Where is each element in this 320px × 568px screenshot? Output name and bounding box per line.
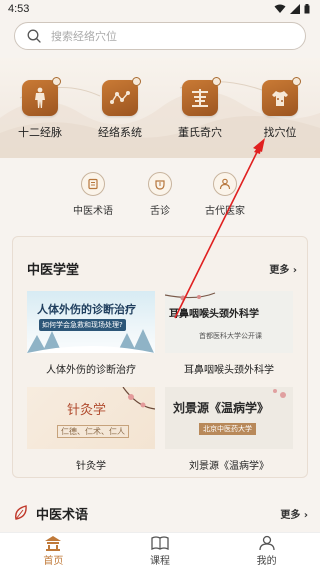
doctor-icon (219, 178, 231, 190)
tab-label: 首页 (43, 555, 64, 567)
signal-icon (290, 4, 300, 14)
terms-section-title: 中医术语 (36, 508, 89, 523)
course-card[interactable]: 刘景源《温病学》 北京中医药大学 刘景源《温病学》 (165, 387, 293, 472)
tab-label: 我的 (256, 555, 277, 567)
category-label: 找穴位 (263, 126, 297, 139)
home-pavilion-icon (45, 535, 62, 551)
more-label: 更多 (280, 510, 301, 521)
thumbnail-subtitle: 仁德、仁术、仁人 (57, 425, 129, 438)
tool-icon-circle (81, 172, 105, 196)
category-icon-box (182, 77, 221, 116)
badge-dot (292, 77, 301, 86)
thumbnail-title: 人体外伤的诊断治疗 (37, 303, 136, 316)
course-thumbnail: 人体外伤的诊断治疗 如何学会急救和现场处理? (27, 291, 155, 353)
thumbnail-subtitle: 如何学会急救和现场处理? (39, 319, 126, 331)
plum-branch-illustration (165, 292, 216, 301)
tool-ancient-doctors[interactable]: 古代医家 (190, 172, 260, 217)
status-bar: 4:53 (0, 0, 320, 18)
search-bar[interactable] (14, 22, 306, 50)
category-label: 经络系统 (98, 126, 142, 139)
category-meridian-system[interactable]: 经络系统 (85, 77, 155, 140)
course-card[interactable]: 针灸学 仁德、仁术、仁人 针灸学 (27, 387, 155, 472)
thumbnail-title: 耳鼻咽喉头颈外科学 (169, 309, 259, 320)
terms-more-link[interactable]: 更多 › (280, 506, 308, 521)
bottom-tab-bar: 首页 课程 我的 (0, 532, 320, 568)
badge-dot (212, 77, 221, 86)
search-input[interactable] (51, 29, 271, 43)
course-title: 耳鼻咽喉头颈外科学 (184, 365, 274, 376)
category-icon-box (102, 77, 141, 116)
category-icon-box (22, 77, 61, 116)
tool-label: 古代医家 (205, 206, 245, 217)
status-icons (274, 4, 310, 14)
tool-icon-circle (148, 172, 172, 196)
category-find-acupoint[interactable]: 找穴位 (245, 77, 315, 140)
plum-blossom-illustration (122, 387, 155, 410)
leaf-icon (15, 505, 27, 520)
clothing-figure-icon (272, 91, 288, 106)
course-title: 人体外伤的诊断治疗 (46, 365, 136, 376)
more-link[interactable]: 更多 › (269, 261, 297, 276)
course-thumbnail: 耳鼻咽喉头颈外科学 首都医科大学公开课 (165, 291, 293, 353)
thumbnail-title: 刘景源《温病学》 (173, 401, 270, 415)
tool-icon-circle (213, 172, 237, 196)
badge-dot (52, 77, 61, 86)
course-card[interactable]: 耳鼻咽喉头颈外科学 首都医科大学公开课 耳鼻咽喉头颈外科学 (165, 291, 293, 376)
tongue-icon (155, 180, 165, 190)
open-book-icon (151, 535, 169, 550)
battery-icon (304, 4, 310, 14)
tab-label: 课程 (149, 555, 170, 567)
tcm-classroom-section: 中医学堂 更多 › 人体外伤的诊断治疗 如何学会急救和现场处理? 人体外伤的诊断… (12, 236, 308, 478)
thumbnail-subtitle: 首都医科大学公开课 (199, 332, 262, 340)
network-nodes-icon (110, 91, 130, 104)
tab-home[interactable]: 首页 (23, 535, 83, 567)
tool-tongue-diagnosis[interactable]: 舌诊 (125, 172, 195, 217)
dong-character-icon (192, 89, 208, 107)
course-thumbnail: 刘景源《温病学》 北京中医药大学 (165, 387, 293, 449)
tool-tcm-terms[interactable]: 中医术语 (58, 172, 128, 217)
search-icon (27, 29, 41, 43)
tab-mine[interactable]: 我的 (237, 535, 297, 567)
thumbnail-title: 针灸学 (67, 403, 107, 418)
category-label: 十二经脉 (18, 126, 62, 139)
category-icon-box (262, 77, 301, 116)
tool-label: 舌诊 (150, 206, 170, 217)
book-icon (88, 178, 98, 190)
category-dong-points[interactable]: 董氏奇穴 (165, 77, 235, 140)
user-profile-icon (258, 535, 275, 550)
human-body-icon (35, 87, 45, 108)
chevron-right-icon: › (292, 265, 297, 276)
badge-dot (132, 77, 141, 86)
course-title: 针灸学 (76, 461, 106, 472)
section-title: 中医学堂 (27, 263, 80, 278)
wifi-icon (274, 4, 286, 13)
thumbnail-subtitle: 北京中医药大学 (199, 423, 256, 435)
chevron-right-icon: › (303, 510, 308, 521)
more-label: 更多 (269, 265, 290, 276)
category-twelve-meridians[interactable]: 十二经脉 (5, 77, 75, 140)
course-card[interactable]: 人体外伤的诊断治疗 如何学会急救和现场处理? 人体外伤的诊断治疗 (27, 291, 155, 376)
course-thumbnail: 针灸学 仁德、仁术、仁人 (27, 387, 155, 449)
course-title: 刘景源《温病学》 (189, 461, 269, 472)
tab-courses[interactable]: 课程 (130, 535, 190, 567)
status-time: 4:53 (8, 3, 30, 15)
category-label: 董氏奇穴 (178, 126, 222, 139)
tool-label: 中医术语 (73, 206, 113, 217)
blossom-decoration (273, 389, 286, 398)
